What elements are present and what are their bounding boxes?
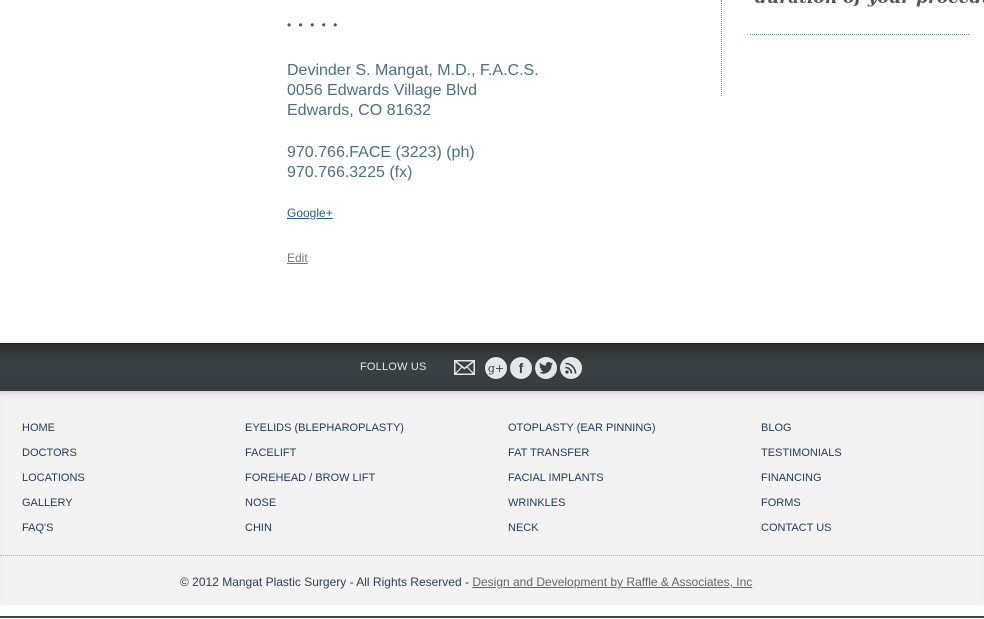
main-content: • • • • • Devinder S. Mangat, M.D., F.A.… [0,0,984,343]
footer-link-neck[interactable]: NECK [508,522,656,547]
edit-link[interactable]: Edit [287,251,308,265]
footer-link-facial-implants[interactable]: FACIAL IMPLANTS [508,472,656,497]
copyright: © 2012 Mangat Plastic Surgery - All Righ… [180,575,752,589]
footer-link-nose[interactable]: NOSE [245,497,404,522]
sidebar-quote: duration of your procedure. [755,0,984,8]
fax-number: 970.766.3225 (fx) [287,164,413,181]
footer-link-wrinkles[interactable]: WRINKLES [508,497,656,522]
doctor-name: Devinder S. Mangat, M.D., F.A.C.S. [287,62,539,79]
footer-link-eyelids[interactable]: EYELIDS (BLEPHAROPLASTY) [245,422,404,447]
footer-nav-col-4: BLOG TESTIMONIALS FINANCING FORMS CONTAC… [761,422,842,547]
footer-link-locations[interactable]: LOCATIONS [22,472,85,497]
footer-link-forms[interactable]: FORMS [761,497,842,522]
footer-link-fat-transfer[interactable]: FAT TRANSFER [508,447,656,472]
bottom-border [0,616,984,618]
footer-divider [0,555,984,556]
footer-link-testimonials[interactable]: TESTIMONIALS [761,447,842,472]
rss-icon[interactable] [560,357,582,379]
footer-link-blog[interactable]: BLOG [761,422,842,447]
footer-link-financing[interactable]: FINANCING [761,472,842,497]
footer-link-facelift[interactable]: FACELIFT [245,447,404,472]
follow-bar: FOLLOW US g+ f [0,343,984,392]
phone-number: 970.766.FACE (3223) (ph) [287,144,475,161]
footer-link-doctors[interactable]: DOCTORS [22,447,85,472]
follow-us-label: FOLLOW US [360,361,427,373]
footer-nav-col-2: EYELIDS (BLEPHAROPLASTY) FACELIFT FOREHE… [245,422,404,547]
footer-link-home[interactable]: HOME [22,422,85,447]
address-block: Devinder S. Mangat, M.D., F.A.C.S. 0056 … [287,61,539,121]
phone-block: 970.766.FACE (3223) (ph) 970.766.3225 (f… [287,143,475,183]
sidebar-divider [721,0,722,96]
footer: HOME DOCTORS LOCATIONS GALLERY FAQ'S EYE… [0,391,984,605]
footer-link-otoplasty[interactable]: OTOPLASTY (EAR PINNING) [508,422,656,447]
footer-link-chin[interactable]: CHIN [245,522,404,547]
footer-link-gallery[interactable]: GALLERY [22,497,85,522]
footer-link-forehead-brow-lift[interactable]: FOREHEAD / BROW LIFT [245,472,404,497]
facebook-icon[interactable]: f [510,357,532,379]
footer-link-contact-us[interactable]: CONTACT US [761,522,842,547]
sidebar-rule [750,34,969,35]
footer-nav-col-1: HOME DOCTORS LOCATIONS GALLERY FAQ'S [22,422,85,547]
google-plus-icon[interactable]: g+ [485,357,507,379]
footer-nav-col-3: OTOPLASTY (EAR PINNING) FAT TRANSFER FAC… [508,422,656,547]
footer-link-faqs[interactable]: FAQ'S [22,522,85,547]
copyright-text: © 2012 Mangat Plastic Surgery - All Righ… [180,575,473,589]
credits-link[interactable]: Design and Development by Raffle & Assoc… [472,575,752,589]
google-plus-link[interactable]: Google+ [287,206,333,220]
rating-dots: • • • • • [287,18,340,32]
mail-icon[interactable] [454,360,475,375]
twitter-icon[interactable] [535,357,557,379]
city-state-zip: Edwards, CO 81632 [287,102,432,119]
street-address: 0056 Edwards Village Blvd [287,82,478,99]
